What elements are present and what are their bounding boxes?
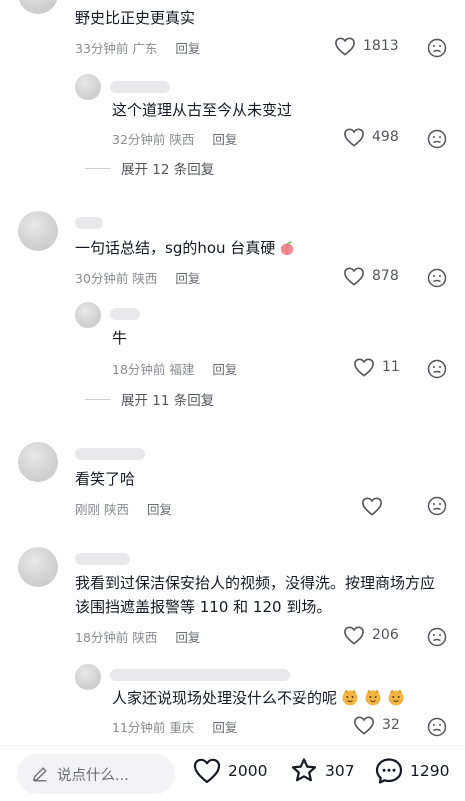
avatar[interactable] [75, 664, 101, 690]
comment-text: 我看到过保洁保安抬人的视频，没得洗。按理商场方应该围挡遮盖报警等 110 和 1… [75, 574, 436, 616]
comment-time: 18分钟前 [75, 630, 129, 645]
comment-bubble-icon [375, 758, 403, 784]
favorite-button[interactable]: 307 [289, 756, 355, 786]
reply-button[interactable]: 回复 [212, 132, 237, 147]
like-button[interactable]: 11 [353, 357, 400, 377]
like-count: 206 [372, 627, 399, 643]
comment-time: 18分钟前 [112, 362, 166, 377]
comment-text: 人家还说现场处理没什么不妥的呢 [112, 686, 406, 710]
username-blurred [75, 217, 103, 229]
comment-location: 陕西 [169, 132, 195, 147]
comment-meta: 18分钟前 陕西 回复 [75, 627, 200, 646]
avatar[interactable] [18, 0, 58, 14]
dislike-icon[interactable] [427, 38, 447, 58]
username-blurred [110, 308, 140, 320]
comment-text: 野史比正史更真实 [75, 9, 196, 27]
like-video-button[interactable]: 2000 [192, 756, 267, 786]
cat-face-emoji-icon [363, 688, 383, 706]
heart-icon [354, 716, 374, 735]
comment-time: 11分钟前 [112, 720, 166, 735]
heart-icon [344, 128, 364, 147]
reply-button[interactable]: 回复 [175, 41, 200, 56]
comment-meta: 33分钟前 广东 回复 [75, 38, 200, 57]
comment-location: 陕西 [132, 271, 158, 286]
cat-face-emoji-icon [386, 688, 406, 706]
heart-icon [344, 267, 364, 286]
comment-meta: 刚刚 陕西 回复 [75, 499, 172, 518]
like-count: 2000 [228, 762, 268, 780]
dislike-icon[interactable] [427, 129, 447, 149]
comment-time: 刚刚 [75, 502, 101, 517]
reply-button[interactable]: 回复 [175, 271, 200, 286]
like-count: 11 [382, 359, 400, 375]
comment-time: 32分钟前 [112, 132, 166, 147]
heart-icon [193, 758, 221, 784]
star-icon [291, 758, 317, 782]
username-blurred [110, 81, 170, 93]
like-count: 878 [372, 268, 399, 284]
dislike-icon[interactable] [427, 268, 447, 288]
comment-text: 看笑了哈 [75, 470, 136, 488]
heart-icon [335, 37, 355, 56]
like-button[interactable]: 878 [343, 266, 399, 286]
like-count: 498 [372, 129, 399, 145]
comment-location: 广东 [132, 41, 158, 56]
reply-button[interactable]: 回复 [175, 630, 200, 645]
comment-meta: 11分钟前 重庆 回复 [112, 717, 237, 736]
username-blurred [75, 553, 130, 565]
comment-time: 33分钟前 [75, 41, 129, 56]
cat-face-emoji-icon [340, 688, 360, 706]
heart-icon [344, 626, 364, 645]
like-button[interactable]: 1813 [334, 36, 399, 56]
expand-replies[interactable]: 展开 11 条回复 [85, 389, 214, 409]
heart-icon [362, 497, 382, 516]
comment-meta: 30分钟前 陕西 回复 [75, 268, 200, 287]
like-button[interactable] [361, 496, 390, 516]
comment-input[interactable]: 说点什么... [17, 754, 175, 794]
reply-button[interactable]: 回复 [212, 720, 237, 735]
avatar[interactable] [75, 302, 101, 328]
input-placeholder: 说点什么... [57, 767, 129, 784]
expand-replies[interactable]: 展开 12 条回复 [85, 158, 214, 178]
username-blurred [110, 669, 290, 681]
comment-location: 陕西 [104, 502, 130, 517]
like-button[interactable]: 206 [343, 625, 399, 645]
comment-meta: 18分钟前 福建 回复 [112, 359, 237, 378]
dislike-icon[interactable] [427, 717, 447, 737]
heart-icon [354, 358, 374, 377]
like-count: 32 [382, 717, 400, 733]
comment-button[interactable]: 1290 [374, 756, 449, 786]
comment-location: 福建 [169, 362, 195, 377]
avatar[interactable] [75, 74, 101, 100]
divider [85, 398, 111, 400]
like-button[interactable]: 32 [353, 715, 400, 735]
avatar[interactable] [18, 211, 58, 251]
expand-label: 展开 12 条回复 [121, 162, 215, 178]
favorite-count: 307 [325, 762, 355, 780]
comment-count: 1290 [410, 762, 450, 780]
username-blurred [75, 448, 145, 460]
comment-text: 牛 [112, 329, 128, 347]
bottom-bar: 说点什么... 2000 307 1290 [0, 745, 465, 801]
avatar[interactable] [18, 442, 58, 482]
pencil-icon [33, 767, 47, 782]
comment-text: 一句话总结，sg的hou 台真硬 [75, 236, 298, 260]
peach-emoji-icon [278, 239, 298, 257]
reply-button[interactable]: 回复 [212, 362, 237, 377]
reply-button[interactable]: 回复 [147, 502, 172, 517]
dislike-icon[interactable] [427, 496, 447, 516]
comment-location: 陕西 [132, 630, 158, 645]
comment-location: 重庆 [169, 720, 195, 735]
comment-time: 30分钟前 [75, 271, 129, 286]
dislike-icon[interactable] [427, 627, 447, 647]
expand-label: 展开 11 条回复 [121, 393, 215, 409]
comment-meta: 32分钟前 陕西 回复 [112, 129, 237, 148]
comment-text: 这个道理从古至今从未变过 [112, 101, 293, 119]
like-button[interactable]: 498 [343, 127, 399, 147]
divider [85, 167, 111, 169]
like-count: 1813 [363, 38, 399, 54]
dislike-icon[interactable] [427, 359, 447, 379]
avatar[interactable] [18, 547, 58, 587]
comment-feed[interactable]: 野史比正史更真实 33分钟前 广东 回复 1813 这个道理从古至今从未变过 3… [0, 0, 465, 745]
